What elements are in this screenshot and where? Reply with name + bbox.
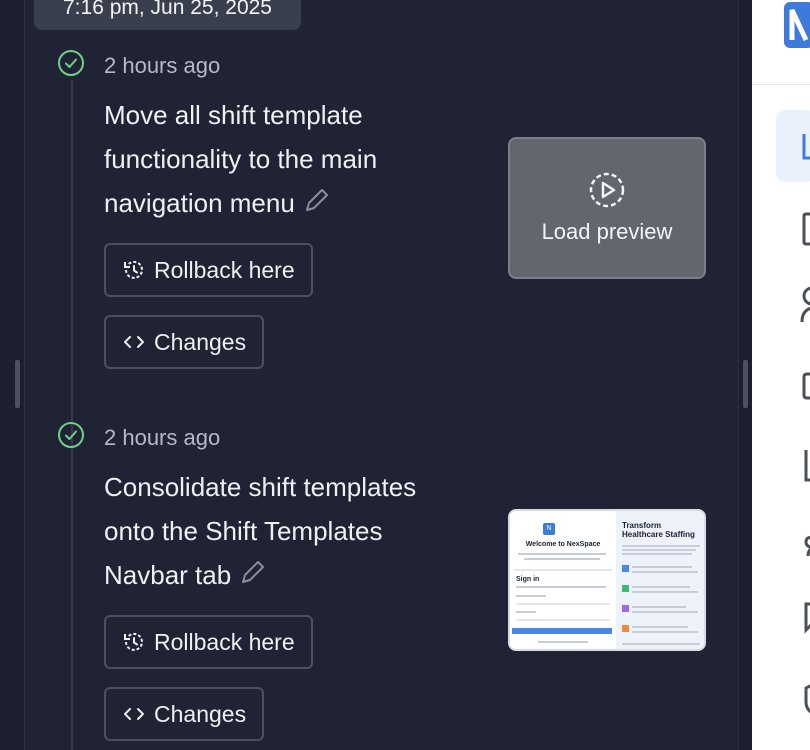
rollback-label: Rollback here	[154, 628, 295, 655]
message-icon[interactable]	[802, 370, 810, 402]
preview-thumbnail[interactable]: N Welcome to NexSpace Sign in Transform …	[508, 509, 706, 651]
history-panel: 2 hours ago Move all shift template func…	[0, 0, 753, 750]
thumbnail-line	[516, 586, 606, 588]
changes-button[interactable]: Changes	[104, 687, 265, 741]
right-sidebar	[752, 0, 810, 750]
thumbnail-signin-button	[512, 628, 612, 634]
timeline-line	[71, 80, 73, 750]
history-icon	[122, 630, 146, 654]
check-circle-icon	[58, 50, 84, 76]
thumbnail-line	[622, 553, 692, 555]
left-strip	[0, 0, 24, 750]
entry-time: 2 hours ago	[104, 425, 221, 450]
entry-title: Move all shift template functionality to…	[104, 93, 464, 225]
pencil-icon[interactable]	[237, 558, 267, 588]
thumbnail-line	[516, 611, 536, 613]
check-circle-icon	[58, 422, 84, 448]
user-icon[interactable]	[800, 286, 810, 324]
thumbnail-line	[518, 553, 606, 555]
feature-icon	[622, 565, 629, 572]
thumbnail-line	[514, 569, 612, 571]
entry-title-text: Move all shift template functionality to…	[104, 100, 378, 218]
sidebar-header-divider	[752, 84, 810, 85]
resize-handle-right[interactable]	[743, 360, 748, 408]
thumbnail-line	[516, 603, 610, 605]
thumbnail-sign-in: Sign in	[516, 576, 540, 583]
feature-icon	[622, 585, 629, 592]
shield-icon[interactable]	[802, 680, 810, 716]
load-preview-card[interactable]: Load preview	[508, 137, 706, 279]
thumbnail-line	[632, 591, 698, 593]
thumbnail-line	[632, 606, 686, 608]
document-icon[interactable]	[802, 448, 810, 484]
thumbnail-line	[538, 641, 588, 643]
thumbnail-line	[516, 619, 610, 621]
thumbnail-line	[516, 595, 546, 597]
thumbnail-line	[622, 643, 700, 645]
dollar-icon[interactable]	[804, 532, 810, 562]
thumbnail-right-title: Transform Healthcare Staffing	[622, 521, 695, 539]
thumbnail-line	[632, 626, 688, 628]
entry-title: Consolidate shift templates onto the Shi…	[104, 465, 464, 597]
rollback-label: Rollback here	[154, 256, 295, 283]
changes-button[interactable]: Changes	[104, 315, 265, 369]
thumbnail-line	[632, 571, 698, 573]
thumbnail-line	[622, 545, 700, 547]
thumbnail-signin-pane: N Welcome to NexSpace Sign in	[510, 511, 616, 649]
entry-time: 2 hours ago	[104, 53, 221, 78]
feature-icon	[622, 625, 629, 632]
feature-icon	[622, 605, 629, 612]
history-icon	[122, 258, 146, 282]
code-icon	[122, 702, 146, 726]
play-circle-icon	[589, 172, 625, 208]
changes-label: Changes	[154, 700, 247, 727]
thumbnail-line	[632, 586, 690, 588]
rollback-button[interactable]: Rollback here	[104, 615, 313, 669]
thumbnail-line	[632, 631, 698, 633]
app-logo-icon[interactable]	[782, 2, 810, 50]
divider	[24, 0, 25, 750]
rollback-button[interactable]: Rollback here	[104, 243, 313, 297]
load-preview-label: Load preview	[541, 219, 673, 244]
dashboard-icon	[802, 134, 810, 160]
thumbnail-line	[524, 558, 600, 560]
timestamp-tooltip: 7:16 pm, Jun 25, 2025	[34, 0, 301, 30]
app-logo-icon: N	[543, 523, 555, 535]
thumbnail-line	[632, 611, 698, 613]
changes-label: Changes	[154, 328, 247, 355]
resize-handle-left[interactable]	[15, 360, 20, 408]
thumbnail-line	[622, 549, 696, 551]
thumbnail-left-title: Welcome to NexSpace	[525, 541, 601, 548]
calendar-icon[interactable]	[802, 210, 810, 246]
thumbnail-line	[632, 566, 692, 568]
thumbnail-hero-pane: Transform Healthcare Staffing	[616, 511, 704, 649]
pencil-icon[interactable]	[301, 186, 331, 216]
code-icon	[122, 330, 146, 354]
bookmark-icon[interactable]	[802, 600, 810, 634]
nav-item-active[interactable]	[776, 110, 810, 182]
